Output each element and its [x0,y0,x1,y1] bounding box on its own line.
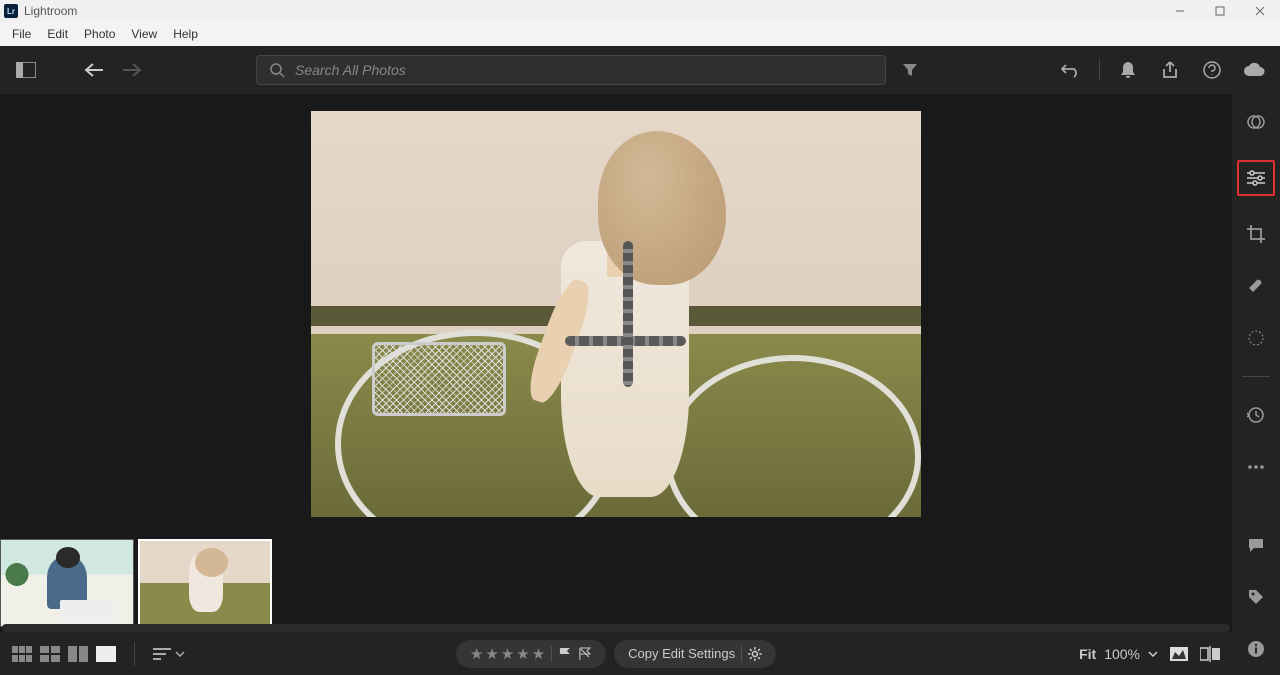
help-button[interactable] [1198,56,1226,84]
app-title: Lightroom [24,4,77,18]
menubar: File Edit Photo View Help [0,22,1280,46]
filmstrip [0,534,1232,632]
share-button[interactable] [1156,56,1184,84]
photo-canvas[interactable] [0,94,1232,534]
toolbar-divider [1099,59,1100,81]
menu-photo[interactable]: Photo [76,25,123,43]
undo-button[interactable] [1057,56,1085,84]
star-rating[interactable]: ★★★★★ [470,645,545,663]
menu-help[interactable]: Help [165,25,206,43]
back-button[interactable] [80,56,108,84]
masking-tool-icon[interactable] [1242,324,1270,352]
top-toolbar: Search All Photos [0,46,1280,94]
sidebar-divider [1242,376,1270,377]
presets-tool-icon[interactable] [1242,108,1270,136]
app-icon: Lr [4,4,18,18]
grid-view-small-icon[interactable] [12,646,32,662]
healing-tool-icon[interactable] [1242,272,1270,300]
info-icon[interactable] [1242,635,1270,663]
maximize-button[interactable] [1200,0,1240,22]
bottom-toolbar: ★★★★★ Copy Edit Settings Fit 100% [0,632,1232,675]
forward-button[interactable] [118,56,146,84]
grid-view-large-icon[interactable] [40,646,60,662]
filmstrip-thumb[interactable] [0,539,134,627]
flag-pick-icon[interactable] [558,647,572,661]
menu-file[interactable]: File [4,25,39,43]
right-tool-sidebar [1232,94,1280,675]
main-canvas-area [0,94,1232,632]
window-titlebar: Lr Lightroom [0,0,1280,22]
chevron-down-icon [175,651,185,657]
before-after-icon[interactable] [1200,646,1220,662]
compare-view-icon[interactable] [68,646,88,662]
filter-button[interactable] [896,56,924,84]
edit-tool-icon[interactable] [1237,160,1275,196]
rating-flag-pill[interactable]: ★★★★★ [456,640,606,668]
keywords-icon[interactable] [1242,583,1270,611]
sort-button[interactable] [153,647,185,661]
filmstrip-thumb[interactable] [138,539,272,627]
menu-edit[interactable]: Edit [39,25,76,43]
zoom-fit-label: Fit [1079,646,1096,662]
current-photo [311,111,921,517]
cloud-sync-button[interactable] [1240,56,1268,84]
bottombar-divider [134,642,135,666]
menu-view[interactable]: View [123,25,165,43]
versions-tool-icon[interactable] [1242,401,1270,429]
filmstrip-scrollbar[interactable] [2,624,1230,632]
copy-edit-settings-button[interactable]: Copy Edit Settings [614,640,776,668]
search-placeholder: Search All Photos [295,62,406,78]
close-button[interactable] [1240,0,1280,22]
panel-toggle-button[interactable] [12,56,40,84]
copy-edit-settings-label: Copy Edit Settings [628,646,735,661]
gear-icon[interactable] [748,647,762,661]
detail-view-icon[interactable] [96,646,116,662]
notifications-button[interactable] [1114,56,1142,84]
more-tool-icon[interactable] [1242,453,1270,481]
zoom-control[interactable]: Fit 100% [1079,646,1158,662]
chevron-down-icon [1148,651,1158,657]
flag-reject-icon[interactable] [578,647,592,661]
histogram-toggle-icon[interactable] [1170,647,1188,661]
search-icon [269,62,285,78]
search-input[interactable]: Search All Photos [256,55,886,85]
minimize-button[interactable] [1160,0,1200,22]
crop-tool-icon[interactable] [1242,220,1270,248]
comments-icon[interactable] [1242,531,1270,559]
zoom-percent: 100% [1104,646,1140,662]
